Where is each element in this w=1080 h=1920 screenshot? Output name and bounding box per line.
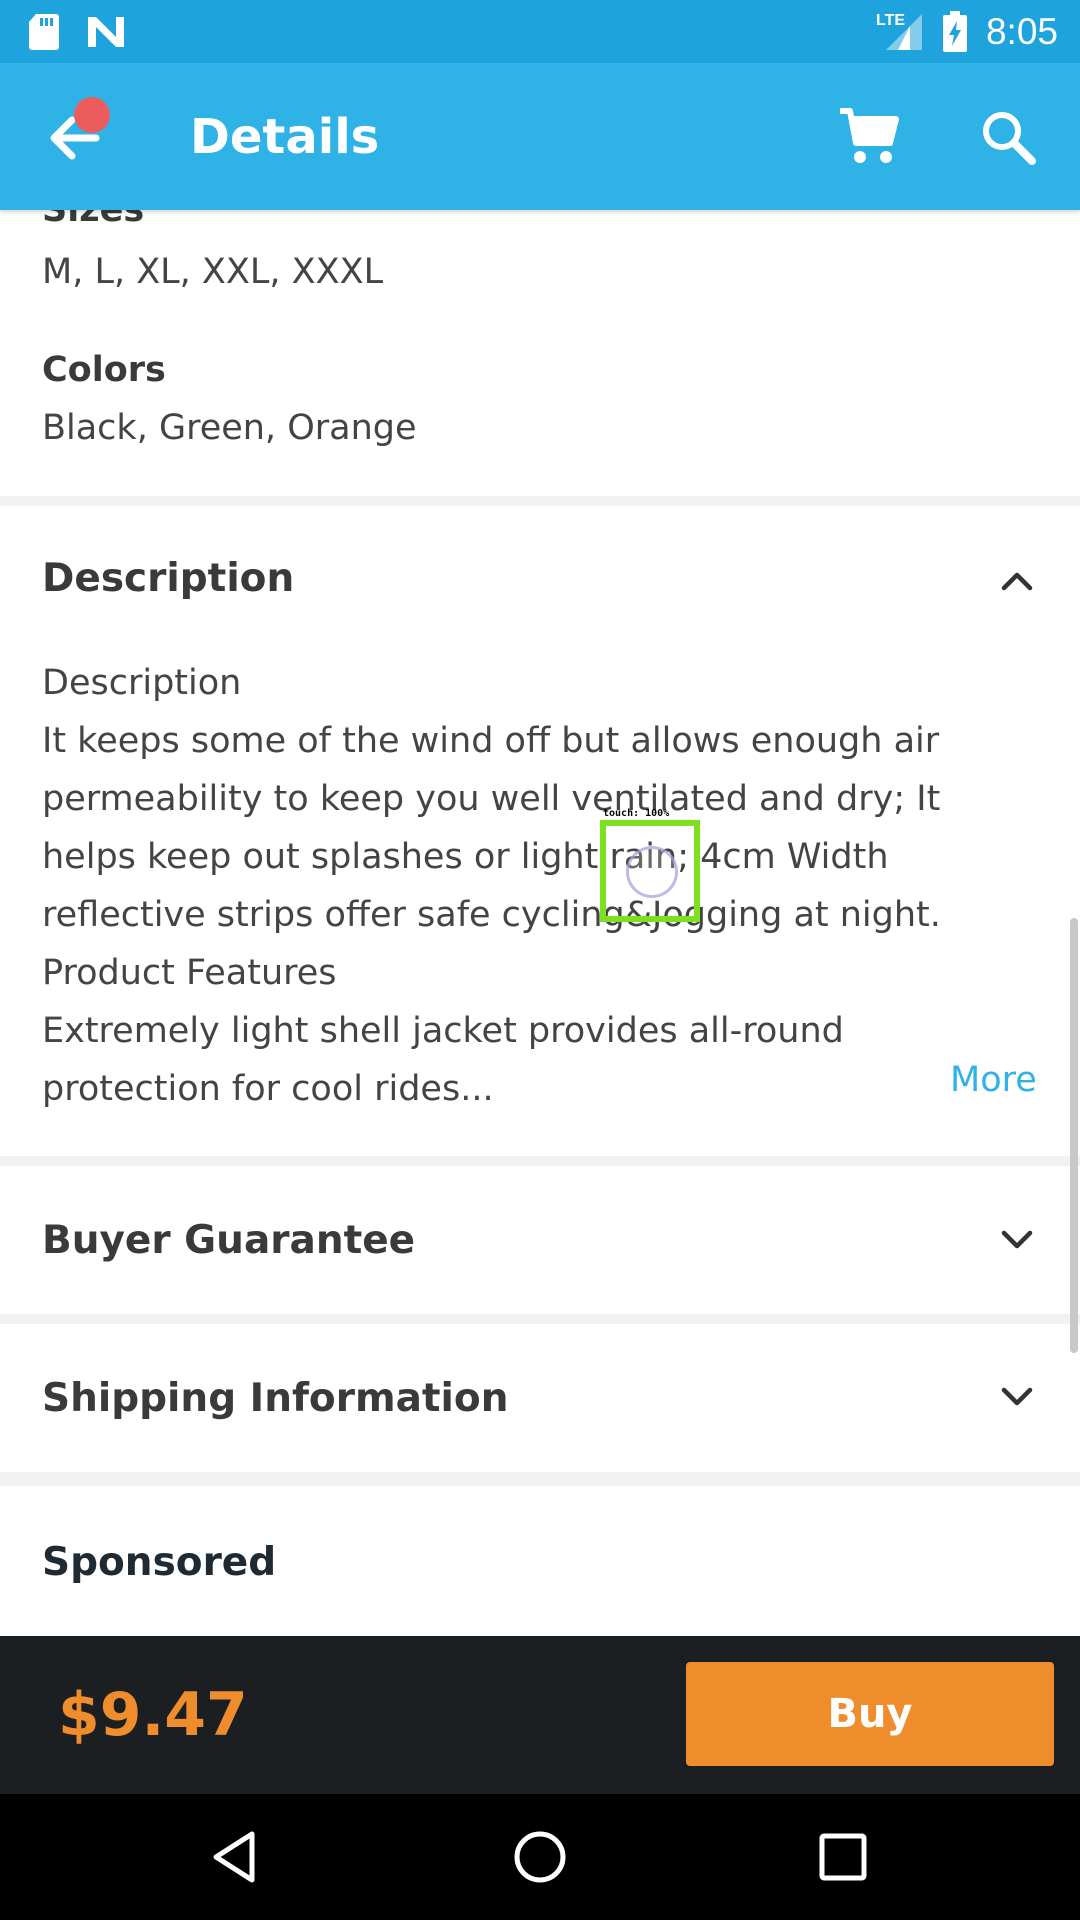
description-line: protection for cool rides...: [42, 1069, 494, 1109]
n-notification-icon: [88, 16, 124, 47]
details-content[interactable]: Sizes M, L, XL, XXL, XXXL Colors Black, …: [0, 210, 1080, 1636]
system-nav-bar: [0, 1794, 1080, 1920]
shipping-information-title: Shipping Information: [42, 1376, 509, 1421]
description-line: Description: [42, 663, 242, 703]
section-divider: [0, 496, 1080, 506]
description-line: It keeps some of the wind off but allows…: [42, 721, 940, 761]
price-label: $9.47: [58, 1680, 248, 1750]
description-line: Extremely light shell jacket provides al…: [42, 1011, 844, 1051]
network-type-label: LTE: [876, 12, 906, 29]
search-button[interactable]: [976, 105, 1040, 169]
back-triangle-icon[interactable]: [200, 1822, 270, 1892]
colors-value: Black, Green, Orange: [42, 408, 417, 448]
home-circle-icon[interactable]: [505, 1822, 575, 1892]
description-title: Description: [42, 556, 295, 601]
status-right-icons: 8:05: [882, 10, 1058, 53]
touch-indicator-label: touch: 100%: [603, 808, 670, 819]
chevron-down-icon[interactable]: [996, 1218, 1038, 1260]
section-divider: [0, 1156, 1080, 1166]
sizes-label: Sizes: [42, 210, 145, 230]
notification-dot: [74, 97, 110, 133]
description-line: helps keep out splashes or light rain; 4…: [42, 837, 889, 877]
battery-charging-icon: [942, 10, 967, 52]
chevron-down-icon[interactable]: [996, 1375, 1038, 1417]
description-line: reflective strips offer safe cycling&Jog…: [42, 895, 941, 935]
purchase-bar: $9.47 Buy: [0, 1636, 1080, 1794]
buyer-guarantee-title: Buyer Guarantee: [42, 1218, 416, 1263]
status-bar: LTE 8:05: [0, 0, 1080, 63]
status-left-icons: [28, 13, 882, 51]
colors-label: Colors: [42, 350, 166, 390]
status-time: 8:05: [985, 10, 1058, 52]
description-line: permeability to keep you well ventilated…: [42, 779, 941, 819]
sponsored-title: Sponsored: [42, 1540, 277, 1585]
chevron-up-icon[interactable]: [996, 560, 1038, 602]
page-title: Details: [190, 109, 380, 165]
cart-button[interactable]: [836, 103, 902, 169]
app-bar: Details: [0, 63, 1080, 210]
cart-icon: [840, 108, 899, 163]
section-divider: [0, 1314, 1080, 1324]
section-divider: [0, 1472, 1080, 1486]
recents-square-icon[interactable]: [808, 1822, 878, 1892]
touch-indicator: [600, 820, 700, 922]
sizes-value: M, L, XL, XXL, XXXL: [42, 252, 384, 292]
search-icon: [983, 112, 1036, 165]
touch-ripple: [626, 846, 678, 898]
more-link[interactable]: More: [950, 1060, 1037, 1100]
scrollbar[interactable]: [1070, 918, 1078, 1353]
description-line: Product Features: [42, 953, 337, 993]
sd-card-icon: [29, 13, 59, 50]
description-body: Description It keeps some of the wind of…: [42, 654, 942, 1118]
buy-button[interactable]: Buy: [686, 1662, 1054, 1766]
